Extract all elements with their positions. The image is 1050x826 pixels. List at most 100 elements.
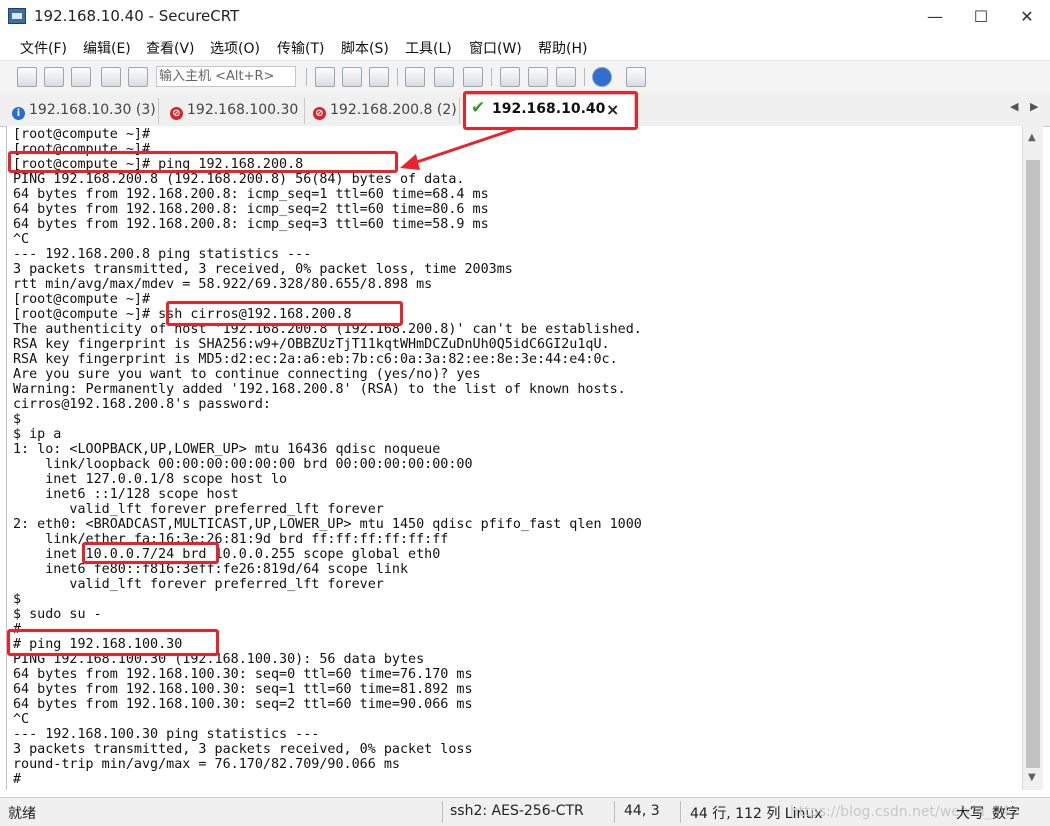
menu-edit[interactable]: 编辑(E) (83, 38, 131, 58)
terminal-line: [root@compute ~]# (13, 292, 151, 307)
print-selection-icon[interactable] (434, 67, 454, 87)
terminal-line: Are you sure you want to continue connec… (13, 367, 481, 382)
help-icon[interactable] (592, 67, 612, 87)
disconnected-icon: ⊘ (313, 107, 326, 120)
highlight-ssh-command (166, 301, 403, 326)
vertical-scrollbar[interactable]: ▲ ▼ (1022, 126, 1043, 790)
scroll-up-icon[interactable]: ▲ (1028, 132, 1036, 143)
status-cursor-position: 44, 3 (624, 803, 660, 819)
toolbar-separator (306, 68, 307, 86)
terminal-line: 2: eth0: <BROADCAST,MULTICAST,UP,LOWER_U… (13, 517, 642, 532)
toolbar-separator (491, 68, 492, 86)
title-bar: 192.168.10.40 - SecureCRT — ☐ ✕ (0, 0, 1050, 35)
tab-label: 192.168.200.8 (2) (330, 102, 457, 118)
find-icon[interactable] (369, 67, 389, 87)
highlight-ping-instance (7, 629, 219, 656)
terminal-line: 64 bytes from 192.168.200.8: icmp_seq=1 … (13, 187, 489, 202)
menu-window[interactable]: 窗口(W) (469, 38, 522, 58)
print-icon[interactable] (463, 67, 483, 87)
terminal-line: round-trip min/avg/max = 76.170/82.709/9… (13, 757, 400, 772)
sftp-icon[interactable] (626, 67, 646, 87)
terminal-line: 3 packets transmitted, 3 received, 0% pa… (13, 262, 513, 277)
terminal-line: 64 bytes from 192.168.200.8: icmp_seq=3 … (13, 217, 489, 232)
menu-options[interactable]: 选项(O) (210, 38, 260, 58)
terminal-line: $ sudo su - (13, 607, 102, 622)
tab-scroll-left-icon[interactable]: ◀ (1010, 100, 1018, 113)
terminal-line: 64 bytes from 192.168.100.30: seq=1 ttl=… (13, 682, 473, 697)
tab-label: 192.168.100.30 (187, 102, 299, 118)
terminal-line: RSA key fingerprint is SHA256:w9+/OBBZUz… (13, 337, 610, 352)
scroll-down-icon[interactable]: ▼ (1028, 772, 1036, 783)
terminal-line: --- 192.168.100.30 ping statistics --- (13, 727, 320, 742)
menu-transfer[interactable]: 传输(T) (277, 38, 324, 58)
menu-script[interactable]: 脚本(S) (341, 38, 389, 58)
highlight-ping-command (8, 151, 398, 173)
terminal-line: inet 127.0.0.1/8 scope host lo (13, 472, 288, 487)
maximize-button[interactable]: ☐ (958, 0, 1004, 34)
terminal-line: --- 192.168.200.8 ping statistics --- (13, 247, 312, 262)
status-num: 数字 (992, 806, 1020, 822)
status-caps: 大写 (956, 806, 984, 822)
terminal-output[interactable]: [root@compute ~]# [root@compute ~]# [root@… (6, 126, 1023, 790)
close-window-button[interactable]: ✕ (1004, 0, 1050, 34)
terminal-line: [root@compute ~]# (13, 127, 151, 142)
terminal-line: inet6 ::1/128 scope host (13, 487, 239, 502)
window-title: 192.168.10.40 - SecureCRT (34, 7, 240, 25)
terminal-line: $ ip a (13, 427, 62, 442)
terminal-line: 64 bytes from 192.168.100.30: seq=2 ttl=… (13, 697, 473, 712)
terminal-line: 3 packets transmitted, 3 packets receive… (13, 742, 473, 757)
keymap-icon[interactable] (556, 67, 576, 87)
info-icon: i (12, 107, 25, 120)
terminal-line: ^C (13, 712, 30, 727)
connect-icon[interactable] (17, 67, 37, 87)
scrollbar-thumb[interactable] (1026, 160, 1040, 768)
connect-in-tab-icon[interactable] (71, 67, 91, 87)
menu-bar: 文件(F) 编辑(E) 查看(V) 选项(O) 传输(T) 脚本(S) 工具(L… (0, 34, 1050, 60)
terminal-line: Warning: Permanently added '192.168.200.… (13, 382, 626, 397)
terminal-line: valid_lft forever preferred_lft forever (13, 502, 384, 517)
terminal-line: RSA key fingerprint is MD5:d2:ec:2a:a6:e… (13, 352, 618, 367)
copy-icon[interactable] (315, 67, 335, 87)
terminal-line: # (13, 772, 22, 787)
reconnect-icon[interactable] (101, 67, 121, 87)
quick-connect-icon[interactable] (44, 67, 64, 87)
global-options-icon[interactable] (528, 67, 548, 87)
status-ready: 就绪 (8, 806, 36, 822)
quick-connect-input[interactable]: 输入主机 <Alt+R> (156, 66, 296, 87)
toolbar-separator (584, 68, 585, 86)
terminal-line: link/loopback 00:00:00:00:00:00 brd 00:0… (13, 457, 473, 472)
paste-icon[interactable] (342, 67, 362, 87)
menu-help[interactable]: 帮助(H) (538, 38, 587, 58)
terminal-line: 64 bytes from 192.168.100.30: seq=0 ttl=… (13, 667, 473, 682)
terminal-line: 64 bytes from 192.168.200.8: icmp_seq=2 … (13, 202, 489, 217)
tab-192-168-10-30[interactable]: i 192.168.10.30 (3) (12, 98, 159, 124)
tab-192-168-100-30[interactable]: ⊘ 192.168.100.30 (170, 98, 305, 124)
print-screen-icon[interactable] (405, 67, 425, 87)
terminal-line: cirros@192.168.200.8's password: (13, 397, 271, 412)
terminal-line: inet 10.0.0.7/24 brd 10.0.0.255 scope gl… (13, 547, 441, 562)
securecrt-app-icon[interactable] (8, 8, 26, 24)
disconnect-icon[interactable] (128, 67, 148, 87)
menu-tools[interactable]: 工具(L) (405, 38, 452, 58)
terminal-line: rtt min/avg/max/mdev = 58.922/69.328/80.… (13, 277, 433, 292)
menu-file[interactable]: 文件(F) (20, 38, 67, 58)
terminal-line: valid_lft forever preferred_lft forever (13, 577, 384, 592)
disconnected-icon: ⊘ (170, 107, 183, 120)
terminal-line: ^C (13, 232, 30, 247)
toolbar-separator (397, 68, 398, 86)
terminal-line: link/ether fa:16:3e:26:81:9d brd ff:ff:f… (13, 532, 449, 547)
status-protocol: ssh2: AES-256-CTR (450, 803, 584, 819)
toolbar: 输入主机 <Alt+R> (0, 60, 1050, 94)
terminal-line: $ (13, 592, 22, 607)
highlight-arrow (400, 126, 519, 170)
status-bar: 就绪 ssh2: AES-256-CTR 44, 3 44 行, 112 列 L… (0, 797, 1050, 826)
terminal-line: inet6 fe80::f816:3eff:fe26:819d/64 scope… (13, 562, 409, 577)
menu-view[interactable]: 查看(V) (146, 38, 195, 58)
tab-label: 192.168.10.30 (3) (29, 102, 156, 118)
tab-scroll-right-icon[interactable]: ▶ (1030, 100, 1038, 113)
session-options-icon[interactable] (500, 67, 520, 87)
terminal-line: $ (13, 412, 22, 427)
minimize-button[interactable]: — (912, 0, 958, 34)
highlight-ip-address (82, 542, 219, 564)
terminal-line: 1: lo: <LOOPBACK,UP,LOWER_UP> mtu 16436 … (13, 442, 441, 457)
